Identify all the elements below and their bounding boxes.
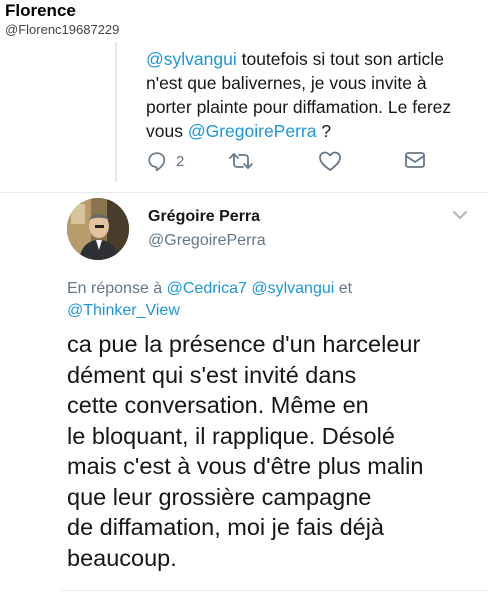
- message-icon: [404, 150, 426, 170]
- reply-text-line: porter plainte pour diffamation. Le fere…: [146, 97, 452, 117]
- author-handle[interactable]: @GregoirePerra: [148, 232, 266, 250]
- chevron-down-icon: [452, 208, 468, 225]
- tweet-screenshot: @sylvangui toutefois si tout son article…: [0, 42, 488, 593]
- tweet-actions: 2: [0, 150, 488, 176]
- tweet-body: ca pue la présence d'un harceleur dément…: [67, 329, 482, 573]
- tweet-line: beaucoup.: [67, 544, 177, 571]
- in-reply-conj: et: [334, 280, 353, 297]
- poster-name: Florence: [5, 1, 76, 20]
- message-button[interactable]: [404, 150, 426, 170]
- tweet-line: ca pue la présence d'un harceleur: [67, 331, 421, 357]
- tweet-line: mais c'est à vous d'être plus malin: [67, 453, 424, 479]
- like-button[interactable]: [318, 150, 342, 172]
- mention-link[interactable]: @sylvangui: [146, 49, 237, 69]
- reply-icon: [146, 150, 168, 172]
- like-icon: [318, 150, 342, 172]
- tweet-line: dément qui s'est invité dans: [67, 361, 357, 388]
- mention-link[interactable]: @Thinker_View: [67, 302, 180, 319]
- mention-link[interactable]: @sylvangui: [251, 280, 334, 297]
- more-options-button[interactable]: [452, 208, 468, 226]
- reply-tweet-text: @sylvangui toutefois si tout son article…: [146, 47, 476, 143]
- tweet-line: le bloquant, il rapplique. Désolé: [67, 422, 395, 449]
- reply-text-line: n'est que balivernes, je vous invite à: [146, 73, 427, 93]
- divider: [60, 590, 488, 591]
- reply-text-part: ?: [316, 121, 332, 141]
- mention-link[interactable]: @Cedrica7: [167, 280, 247, 297]
- reply-count: 2: [176, 152, 185, 170]
- in-reply-prefix: En réponse à: [67, 280, 167, 297]
- author-avatar[interactable]: [67, 198, 129, 260]
- tweet-line: que leur grossière campagne: [67, 483, 372, 510]
- mention-link[interactable]: @GregoirePerra: [188, 121, 317, 141]
- retweet-icon: [228, 150, 254, 172]
- in-reply-to: En réponse à @Cedrica7 @sylvangui et @Th…: [67, 278, 477, 322]
- divider: [0, 192, 488, 193]
- reply-text-part: vous: [146, 121, 188, 141]
- tweet-line: de diffamation, moi je fais déjà: [67, 514, 384, 540]
- tweet-line: cette conversation. Même en: [67, 392, 369, 418]
- retweet-button[interactable]: [228, 150, 254, 172]
- reply-button[interactable]: 2: [146, 150, 184, 172]
- avatar-photo: [67, 198, 129, 260]
- poster-handle: @Florenc19687229: [5, 22, 120, 37]
- reply-text-part: toutefois si tout son article: [236, 49, 444, 69]
- author-name[interactable]: Grégoire Perra: [148, 208, 260, 226]
- poster-header: Florence @Florenc19687229: [0, 0, 488, 42]
